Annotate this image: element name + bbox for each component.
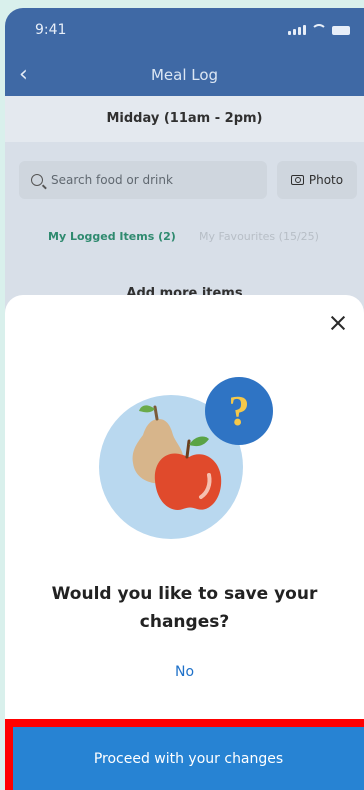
battery-icon (332, 26, 350, 35)
highlight-outline: Proceed with your changes (5, 719, 364, 790)
status-icons (288, 24, 350, 35)
proceed-button-label: Proceed with your changes (93, 750, 284, 767)
proceed-button[interactable]: Proceed with your changes (13, 727, 364, 790)
status-time: 9:41 (35, 22, 67, 38)
close-icon[interactable] (330, 315, 346, 331)
no-button[interactable]: No (5, 664, 364, 680)
app-header: 9:41 ‹ Meal Log (5, 8, 364, 96)
tab-favourites[interactable]: My Favourites (15/25) (199, 230, 319, 243)
search-placeholder: Search food or drink (51, 173, 173, 187)
signal-icon (288, 25, 306, 35)
app-screen: 9:41 ‹ Meal Log Midday (11am - 2pm) Sear… (5, 8, 364, 790)
wifi-icon (311, 24, 327, 35)
tab-logged-items[interactable]: My Logged Items (2) (48, 230, 176, 243)
svg-text:?: ? (229, 389, 250, 435)
camera-icon (290, 175, 304, 185)
photo-button[interactable]: Photo (277, 161, 357, 199)
search-input[interactable]: Search food or drink (19, 161, 267, 199)
photo-button-label: Photo (308, 173, 344, 187)
search-icon (31, 174, 43, 186)
fruit-question-icon: ? (99, 377, 273, 539)
save-changes-modal: ? Would you like to save your changes? N… (5, 295, 364, 790)
meal-period-title: Midday (11am - 2pm) (5, 96, 364, 142)
modal-title: Would you like to save your changes? (51, 584, 318, 632)
page-title: Meal Log (150, 66, 219, 84)
